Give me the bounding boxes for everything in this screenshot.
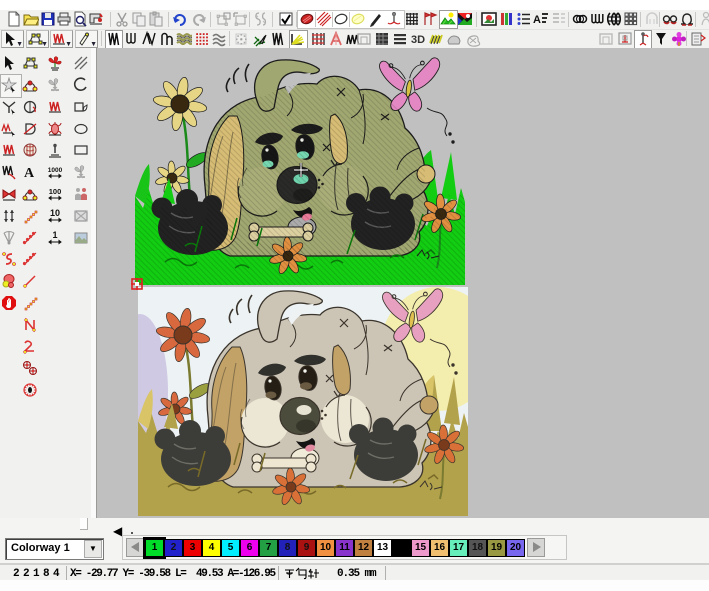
svg-text:A: A [24,166,35,180]
svg-text:1000: 1000 [48,167,63,174]
svg-text:100: 100 [49,187,62,196]
svg-text:3D: 3D [411,34,425,46]
svg-text:1: 1 [52,230,57,240]
svg-text:10: 10 [50,208,60,218]
svg-text:A: A [533,14,541,26]
